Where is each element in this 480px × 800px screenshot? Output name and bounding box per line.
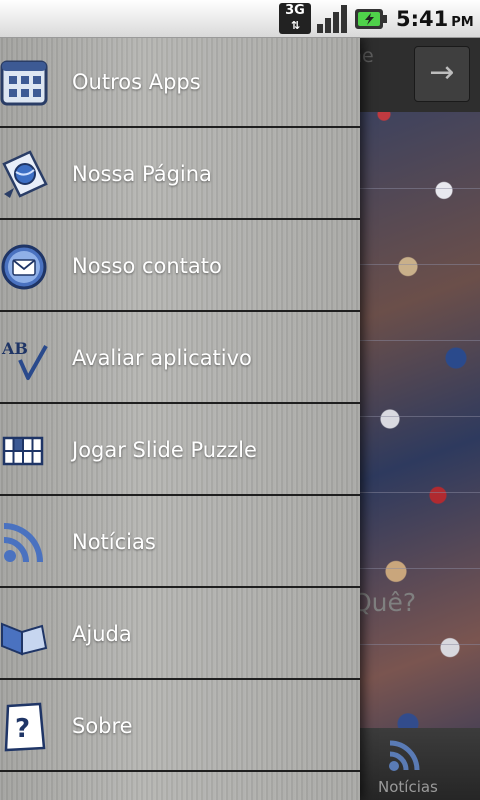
next-arrow-button[interactable]: →: [414, 46, 470, 102]
mail-icon: [1, 244, 47, 290]
background-divider: [360, 188, 480, 189]
menu-item-noticias[interactable]: Notícias: [0, 498, 360, 588]
arrow-right-icon: →: [429, 55, 455, 90]
menu-item-nossa-pagina[interactable]: Nossa Página: [0, 130, 360, 220]
clock-time: 5:41: [396, 7, 449, 31]
rss-icon: [3, 523, 43, 563]
signal-icon: [317, 5, 347, 33]
background-header: he →: [360, 38, 480, 112]
clock-ampm: PM: [451, 15, 474, 30]
menu-item-label: Outros Apps: [72, 70, 201, 94]
apps-grid-icon: [0, 60, 48, 106]
background-divider: [360, 416, 480, 417]
menu-item-label: Ajuda: [72, 622, 132, 646]
background-app: he → Quê? o Notícias: [360, 38, 480, 800]
menu-item-ajuda[interactable]: Ajuda: [0, 590, 360, 680]
background-divider: [360, 264, 480, 265]
clock: 5:41 PM: [396, 6, 474, 36]
menu-item-outros-apps[interactable]: Outros Apps: [0, 38, 360, 128]
menu-item-label: Sobre: [72, 714, 133, 738]
network-type-label: 3G: [285, 3, 305, 18]
bottom-tab-label: Notícias: [378, 778, 438, 796]
network-3g-icon: 3G ⇅: [279, 3, 311, 34]
background-text-fragment: Quê?: [360, 588, 417, 617]
svg-text:AB: AB: [1, 339, 28, 358]
menu-item-label: Nosso contato: [72, 254, 222, 278]
globe-page-icon: [2, 150, 48, 198]
rating-check-icon: AB: [1, 339, 48, 380]
menu-item-label: Avaliar aplicativo: [72, 346, 252, 370]
puzzle-grid-icon: [2, 436, 44, 466]
menu-item-nosso-contato[interactable]: Nosso contato: [0, 222, 360, 312]
question-icon: ?: [4, 702, 46, 752]
book-icon: [1, 622, 48, 656]
svg-text:?: ?: [15, 714, 30, 744]
background-divider: [360, 340, 480, 341]
background-divider: [360, 568, 480, 569]
menu-item-sobre[interactable]: ? Sobre: [0, 682, 360, 772]
background-divider: [360, 644, 480, 645]
menu-item-label: Notícias: [72, 530, 156, 554]
battery-charging-icon: [355, 9, 387, 29]
menu-item-avaliar-aplicativo[interactable]: AB Avaliar aplicativo: [0, 314, 360, 404]
menu-item-label: Jogar Slide Puzzle: [72, 438, 257, 462]
side-menu-drawer: Outros Apps Nossa Página Nosso contato A…: [0, 38, 360, 800]
background-divider: [360, 492, 480, 493]
rss-icon: [389, 740, 420, 771]
background-text-fragment: o: [360, 652, 400, 682]
status-bar: 3G ⇅ 5:41 PM: [0, 0, 480, 38]
background-title-fragment: he: [360, 45, 374, 67]
bottom-tab-noticias[interactable]: Notícias: [360, 728, 480, 800]
menu-item-jogar-slide-puzzle[interactable]: Jogar Slide Puzzle: [0, 406, 360, 496]
menu-item-label: Nossa Página: [72, 162, 212, 186]
